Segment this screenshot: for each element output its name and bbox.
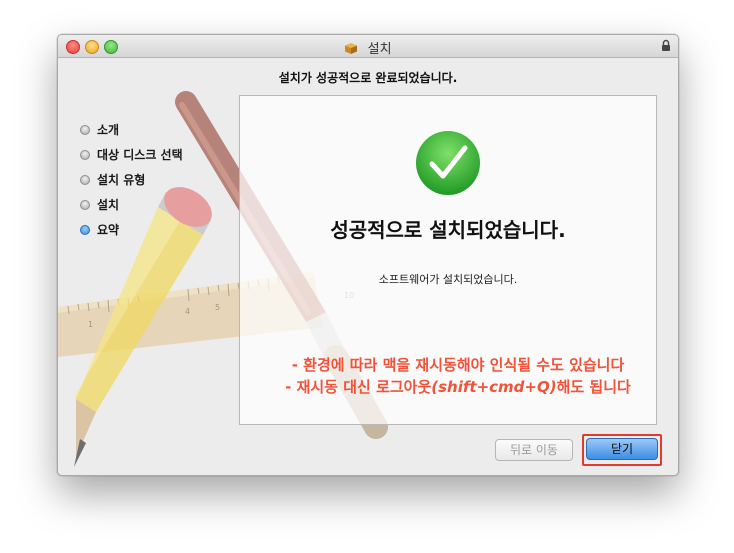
step-bullet-active xyxy=(80,224,90,235)
close-button[interactable]: 닫기 xyxy=(586,438,658,460)
success-title: 성공적으로 설치되었습니다. xyxy=(330,218,566,242)
step-bullet xyxy=(80,199,90,210)
success-message: 소프트웨어가 설치되었습니다. xyxy=(378,273,518,286)
step-item: 소개 xyxy=(80,117,183,142)
ruler-mark: 5 xyxy=(215,303,220,312)
ruler-mark: 1 xyxy=(88,320,93,329)
lock-icon xyxy=(662,39,670,51)
package-icon xyxy=(345,43,358,54)
content-panel: 성공적으로 설치되었습니다. 소프트웨어가 설치되었습니다. - 환경에 따라 … xyxy=(239,95,657,425)
step-label: 요약 xyxy=(97,223,120,237)
page-header: 설치가 성공적으로 완료되었습니다. xyxy=(278,71,458,85)
step-label: 대상 디스크 선택 xyxy=(97,148,183,162)
note-shortcut: (shift+cmd+Q) xyxy=(431,378,557,396)
installer-steps: 소개 대상 디스크 선택 설치 유형 설치 요약 xyxy=(80,117,183,242)
window-title: 설치 xyxy=(367,42,392,57)
window-title-group: 설치 xyxy=(58,38,678,57)
installer-window: 설치 1 4 5 10 xyxy=(57,34,679,476)
step-label: 설치 유형 xyxy=(97,173,146,187)
step-bullet xyxy=(80,124,90,135)
title-bar: 설치 xyxy=(58,35,678,58)
note-line-2-end: 해도 됩니다 xyxy=(556,378,631,396)
step-label: 설치 xyxy=(97,198,120,212)
note-line-2-text: - 재시동 대신 로그아웃 xyxy=(285,378,432,396)
note-line-1: - 환경에 따라 맥을 재시동해야 인식될 수도 있습니다 xyxy=(291,356,625,374)
step-item: 대상 디스크 선택 xyxy=(80,142,183,167)
step-bullet xyxy=(80,149,90,160)
step-bullet xyxy=(80,174,90,185)
step-item: 설치 xyxy=(80,192,183,217)
step-item: 설치 유형 xyxy=(80,167,183,192)
ruler-mark: 4 xyxy=(185,307,190,316)
step-label: 소개 xyxy=(97,123,120,137)
checkmark-icon xyxy=(416,131,480,195)
go-back-button[interactable]: 뒤로 이동 xyxy=(495,439,573,461)
step-item-active: 요약 xyxy=(80,217,183,242)
note-line-2: - 재시동 대신 로그아웃(shift+cmd+Q)해도 됩니다 xyxy=(260,376,656,397)
